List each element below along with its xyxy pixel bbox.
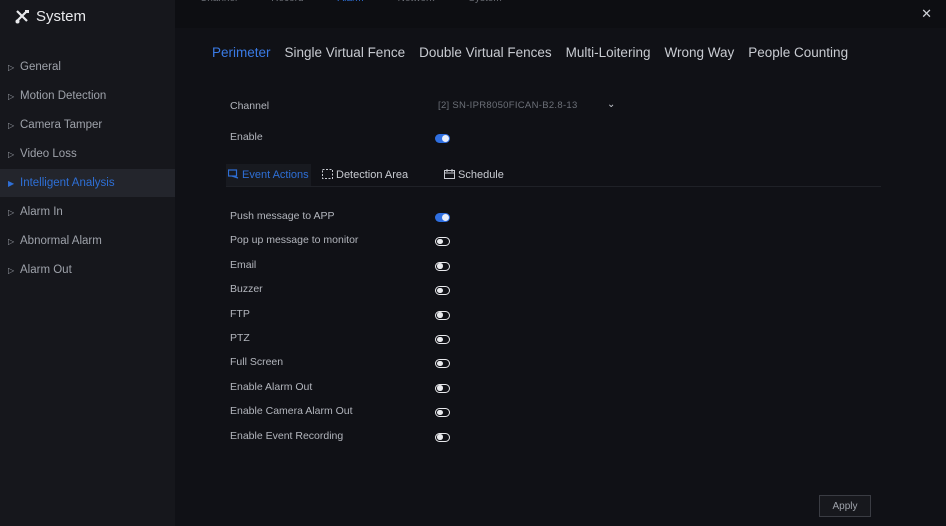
sidebar-item-label: Abnormal Alarm <box>20 235 102 247</box>
subtab-label: Detection Area <box>336 169 409 181</box>
channel-select[interactable]: [2] SN-IPR8050FICAN-B2.8-13 <box>438 100 578 111</box>
action-toggle[interactable] <box>435 286 450 296</box>
action-label: Enable Alarm Out <box>230 380 313 393</box>
sidebar-item-label: Camera Tamper <box>20 119 103 131</box>
event-actions-icon <box>227 168 239 182</box>
triangle-right-icon: ▷ <box>8 62 15 72</box>
sidebar-title: System <box>36 8 87 25</box>
subtab-label: Schedule <box>458 169 504 181</box>
action-label: Full Screen <box>230 356 284 369</box>
action-label: Enable Event Recording <box>230 429 344 442</box>
action-toggle[interactable] <box>435 310 450 320</box>
tab-single-virtual-fence[interactable]: Single Virtual Fence <box>285 45 406 60</box>
sidebar-item-camera-tamper[interactable]: ▷ Camera Tamper <box>0 111 175 139</box>
subtab-detection-area[interactable]: Detection Area <box>322 164 408 186</box>
calendar-icon <box>444 168 455 182</box>
triangle-right-icon: ▷ <box>8 120 15 130</box>
action-toggle[interactable] <box>435 383 450 393</box>
top-nav: Channel Record Alarm Network System <box>200 0 502 20</box>
triangle-right-icon: ▷ <box>8 265 15 275</box>
analysis-tabs: Perimeter Single Virtual Fence Double Virt… <box>212 45 848 60</box>
action-toggle[interactable] <box>435 432 450 442</box>
apply-button[interactable]: Apply <box>819 495 871 517</box>
triangle-right-icon: ▷ <box>8 149 15 159</box>
action-toggle[interactable] <box>435 237 450 247</box>
sidebar-item-label: Alarm Out <box>20 264 72 276</box>
tab-multi-loitering[interactable]: Multi-Loitering <box>566 45 651 60</box>
enable-label: Enable <box>230 131 263 143</box>
sidebar-item-label: Video Loss <box>20 148 77 160</box>
action-label: Email <box>230 258 257 271</box>
action-label: Pop up message to monitor <box>230 234 359 247</box>
triangle-right-icon: ▷ <box>8 91 15 101</box>
sidebar-item-motion-detection[interactable]: ▷ Motion Detection <box>0 82 175 110</box>
sidebar-item-video-loss[interactable]: ▷ Video Loss <box>0 140 175 168</box>
triangle-right-icon: ▷ <box>8 236 15 246</box>
sidebar: System ▷ General ▷ Motion Detection ▷ Camera … <box>0 0 175 526</box>
tools-icon <box>14 9 30 25</box>
action-toggle[interactable] <box>435 359 450 369</box>
enable-toggle[interactable] <box>435 134 450 143</box>
action-toggle[interactable] <box>435 213 450 222</box>
sidebar-item-alarm-out[interactable]: ▷ Alarm Out <box>0 256 175 284</box>
sidebar-header: System <box>14 8 86 25</box>
action-toggle[interactable] <box>435 261 450 271</box>
subtab-event-actions[interactable]: Event Actions <box>226 164 311 186</box>
triangle-right-icon: ▶ <box>8 178 15 188</box>
action-label: Enable Camera Alarm Out <box>230 405 353 418</box>
sidebar-item-intelligent-analysis[interactable]: ▶ Intelligent Analysis <box>0 169 175 197</box>
action-toggle[interactable] <box>435 408 450 418</box>
action-toggle[interactable] <box>435 335 450 344</box>
sidebar-item-label: General <box>20 61 61 73</box>
triangle-right-icon: ▷ <box>8 207 15 217</box>
action-label: FTP <box>230 307 250 320</box>
sidebar-item-label: Motion Detection <box>20 90 107 102</box>
tab-double-virtual-fences[interactable]: Double Virtual Fences <box>419 45 552 60</box>
topnav-alarm[interactable]: Alarm <box>338 0 364 13</box>
topnav-record[interactable]: Record <box>271 0 303 13</box>
sidebar-item-general[interactable]: ▷ General <box>0 53 175 81</box>
tab-wrong-way[interactable]: Wrong Way <box>664 45 734 60</box>
chevron-down-icon[interactable]: ⌄ <box>607 99 615 110</box>
sidebar-item-alarm-in[interactable]: ▷ Alarm In <box>0 198 175 226</box>
action-label: Push message to APP <box>230 210 335 222</box>
close-icon[interactable]: ✕ <box>921 6 932 22</box>
topnav-channel[interactable]: Channel <box>200 0 237 13</box>
detection-area-icon <box>322 168 333 182</box>
subtab-schedule[interactable]: Schedule <box>444 164 504 186</box>
topnav-network[interactable]: Network <box>398 0 435 13</box>
sidebar-item-abnormal-alarm[interactable]: ▷ Abnormal Alarm <box>0 227 175 255</box>
tab-perimeter[interactable]: Perimeter <box>212 45 271 60</box>
tab-people-counting[interactable]: People Counting <box>748 45 848 60</box>
subtab-label: Event Actions <box>242 169 309 181</box>
sidebar-item-label: Intelligent Analysis <box>20 177 115 189</box>
subtab-bar: Event Actions Detection Area Schedule <box>226 164 881 187</box>
action-label: PTZ <box>230 332 250 344</box>
channel-label: Channel <box>230 100 270 112</box>
topnav-system[interactable]: System <box>468 0 501 13</box>
action-label: Buzzer <box>230 283 263 296</box>
sidebar-item-label: Alarm In <box>20 206 63 218</box>
